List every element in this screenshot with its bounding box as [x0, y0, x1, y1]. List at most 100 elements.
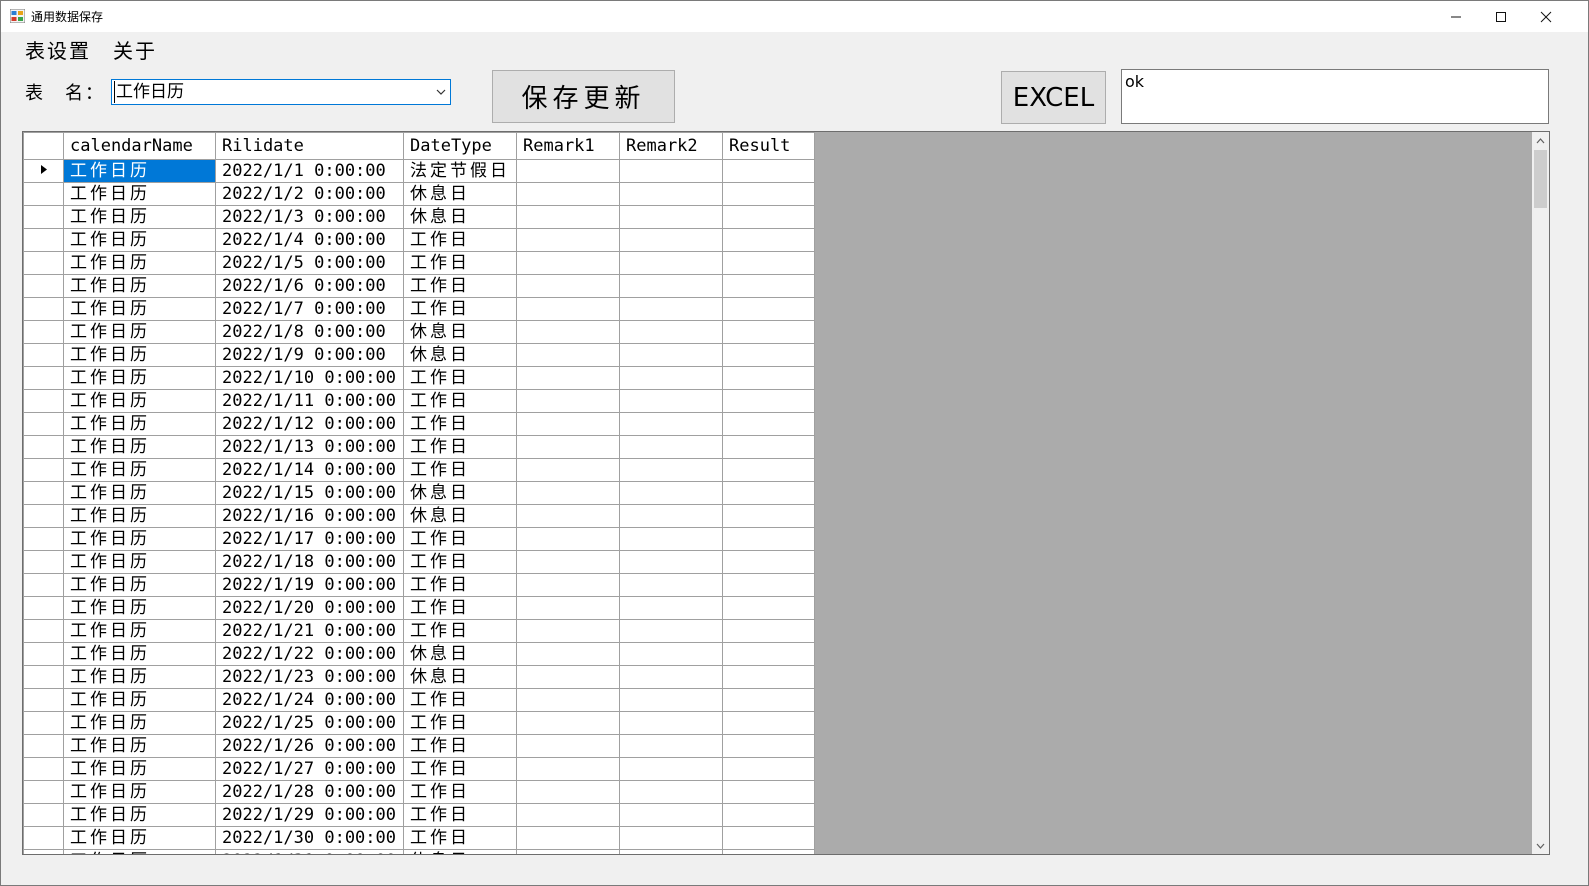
grid-cell[interactable]: 休息日 [403, 205, 517, 229]
row-header[interactable] [23, 596, 64, 620]
row-header[interactable] [23, 228, 64, 252]
table-row[interactable]: 工作日历 2022/1/29 0:00:00 工作日 [23, 803, 815, 827]
grid-cell[interactable] [722, 619, 815, 643]
grid-cell[interactable] [619, 619, 723, 643]
grid-cell[interactable]: 工作日 [403, 734, 517, 758]
grid-cell[interactable]: 工作日历 [63, 734, 216, 758]
scroll-down-icon[interactable] [1532, 837, 1549, 854]
grid-cell[interactable] [516, 297, 620, 321]
grid-cell[interactable] [619, 642, 723, 666]
table-row[interactable]: 工作日历 2022/1/10 0:00:00 工作日 [23, 366, 815, 390]
grid-cell[interactable]: 休息日 [403, 320, 517, 344]
grid-cell[interactable] [619, 504, 723, 528]
grid-cell[interactable] [722, 458, 815, 482]
grid-cell[interactable]: 工作日历 [63, 159, 216, 183]
grid-cell[interactable]: 工作日 [403, 550, 517, 574]
row-header[interactable] [23, 757, 64, 781]
grid-cell[interactable] [619, 297, 723, 321]
grid-cell[interactable]: 2022/1/15 0:00:00 [215, 481, 404, 505]
grid-cell[interactable]: 工作日历 [63, 481, 216, 505]
grid-cell[interactable]: 2022/1/1 0:00:00 [215, 159, 404, 183]
grid-cell[interactable] [516, 826, 620, 850]
row-header[interactable] [23, 389, 64, 413]
grid-cell[interactable] [619, 205, 723, 229]
row-header[interactable] [23, 458, 64, 482]
table-row[interactable]: 工作日历 2022/1/16 0:00:00 休息日 [23, 504, 815, 528]
grid-cell[interactable]: 2022/1/25 0:00:00 [215, 711, 404, 735]
grid-cell[interactable] [516, 780, 620, 804]
grid-cell[interactable] [619, 159, 723, 183]
grid-cell[interactable] [516, 412, 620, 436]
grid-cell[interactable]: 工作日历 [63, 343, 216, 367]
column-header-rilidate[interactable]: Rilidate [215, 132, 404, 160]
grid-cell[interactable] [722, 228, 815, 252]
grid-cell[interactable]: 工作日 [403, 366, 517, 390]
grid-cell[interactable]: 工作日历 [63, 412, 216, 436]
row-header[interactable] [23, 205, 64, 229]
menu-table-settings[interactable]: 表设置 [21, 35, 95, 64]
grid-cell[interactable]: 工作日历 [63, 780, 216, 804]
row-header[interactable] [23, 412, 64, 436]
grid-cell[interactable]: 2022/1/29 0:00:00 [215, 803, 404, 827]
grid-cell[interactable] [722, 389, 815, 413]
grid-cell[interactable] [722, 205, 815, 229]
table-row[interactable]: 工作日历 2022/1/4 0:00:00 工作日 [23, 228, 815, 252]
grid-cell[interactable]: 2022/1/20 0:00:00 [215, 596, 404, 620]
grid-cell[interactable] [516, 596, 620, 620]
grid-cell[interactable]: 工作日历 [63, 205, 216, 229]
grid-cell[interactable]: 工作日历 [63, 389, 216, 413]
grid-cell[interactable]: 工作日历 [63, 688, 216, 712]
row-header[interactable] [23, 665, 64, 689]
table-row[interactable]: 工作日历 2022/1/13 0:00:00 工作日 [23, 435, 815, 459]
grid-cell[interactable] [722, 688, 815, 712]
grid-cell[interactable]: 休息日 [403, 481, 517, 505]
grid-cell[interactable] [722, 182, 815, 206]
row-header[interactable] [23, 734, 64, 758]
maximize-button[interactable] [1478, 1, 1524, 32]
grid-cell[interactable]: 2022/1/13 0:00:00 [215, 435, 404, 459]
row-header[interactable] [23, 550, 64, 574]
grid-cell[interactable] [516, 458, 620, 482]
grid-cell[interactable]: 休息日 [403, 665, 517, 689]
table-row[interactable]: 工作日历 2022/1/7 0:00:00 工作日 [23, 297, 815, 321]
grid-cell[interactable] [619, 343, 723, 367]
grid-cell[interactable] [619, 527, 723, 551]
grid-cell[interactable]: 工作日历 [63, 366, 216, 390]
grid-cell[interactable]: 休息日 [403, 849, 517, 854]
row-header[interactable] [23, 826, 64, 850]
grid-cell[interactable]: 工作日历 [63, 458, 216, 482]
grid-cell[interactable]: 2022/1/27 0:00:00 [215, 757, 404, 781]
grid-cell[interactable]: 2022/1/17 0:00:00 [215, 527, 404, 551]
grid-cell[interactable]: 2022/1/7 0:00:00 [215, 297, 404, 321]
grid-cell[interactable]: 工作日历 [63, 228, 216, 252]
data-grid[interactable]: calendarName Rilidate DateType Remark1 R… [22, 131, 1550, 855]
grid-cell[interactable]: 2022/1/22 0:00:00 [215, 642, 404, 666]
table-name-combobox[interactable]: 工作日历 [111, 79, 451, 105]
grid-cell[interactable] [516, 550, 620, 574]
grid-cell[interactable] [722, 251, 815, 275]
table-row[interactable]: 工作日历 2022/1/21 0:00:00 工作日 [23, 619, 815, 643]
row-header[interactable] [23, 688, 64, 712]
column-header-remark2[interactable]: Remark2 [619, 132, 723, 160]
vertical-scrollbar[interactable] [1532, 132, 1549, 854]
grid-cell[interactable]: 工作日历 [63, 504, 216, 528]
grid-cell[interactable]: 休息日 [403, 343, 517, 367]
grid-cell[interactable]: 休息日 [403, 182, 517, 206]
table-row[interactable]: 工作日历 2022/1/22 0:00:00 休息日 [23, 642, 815, 666]
grid-cell[interactable] [516, 251, 620, 275]
grid-cell[interactable] [722, 527, 815, 551]
grid-cell[interactable] [516, 481, 620, 505]
table-row[interactable]: 工作日历 2022/1/18 0:00:00 工作日 [23, 550, 815, 574]
grid-cell[interactable] [516, 527, 620, 551]
grid-cell[interactable]: 工作日历 [63, 596, 216, 620]
grid-cell[interactable] [619, 550, 723, 574]
row-header[interactable] [23, 642, 64, 666]
grid-cell[interactable]: 工作日历 [63, 573, 216, 597]
row-header[interactable] [23, 320, 64, 344]
grid-cell[interactable]: 工作日 [403, 435, 517, 459]
column-header-calendarname[interactable]: calendarName [63, 132, 216, 160]
grid-cell[interactable]: 工作日历 [63, 527, 216, 551]
grid-cell[interactable]: 2022/1/3 0:00:00 [215, 205, 404, 229]
row-header[interactable] [23, 366, 64, 390]
grid-cell[interactable]: 2022/1/31 0:00:00 [215, 849, 404, 854]
